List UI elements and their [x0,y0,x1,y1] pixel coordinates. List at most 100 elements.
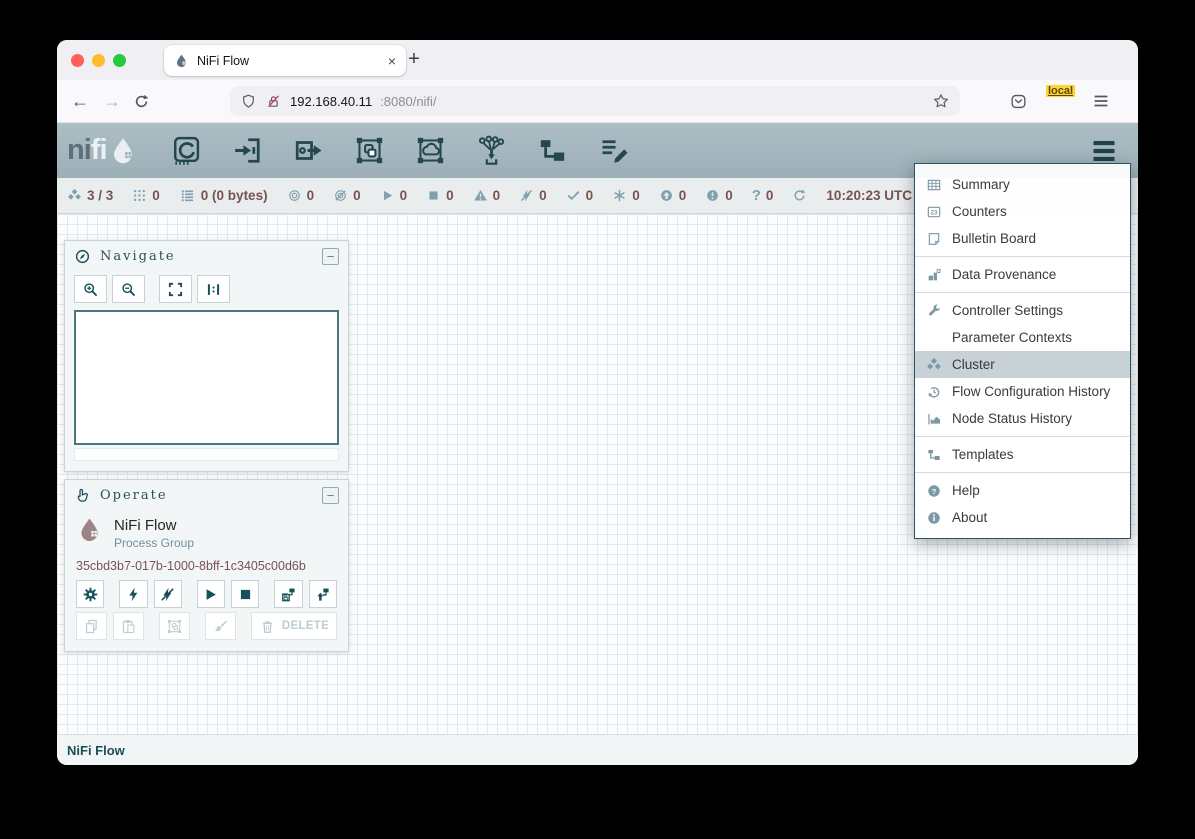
delete-label: DELETE [282,620,329,632]
fill-color-button[interactable] [205,612,236,640]
new-tab-button[interactable]: + [401,46,427,72]
menu-item-cluster[interactable]: Cluster [915,351,1130,378]
tracking-protection-shield-icon[interactable] [240,93,257,110]
menu-item-help[interactable]: Help [915,477,1130,504]
menu-item-about[interactable]: About [915,504,1130,531]
browser-menu-icon[interactable] [1092,92,1110,110]
menu-item-parameter-contexts[interactable]: Parameter Contexts [915,324,1130,351]
navigate-title: Navigate [100,249,176,264]
group-button[interactable] [159,612,190,640]
zoom-window-button[interactable] [113,54,126,67]
template-tool-icon[interactable] [536,134,569,167]
bulletin-board-icon [915,231,952,247]
birdseye-view[interactable] [74,310,339,445]
summary-icon [915,177,952,193]
process-group-drop-icon [76,515,103,545]
operate-title: Operate [100,488,168,503]
sync-failure-status: ?0 [752,187,774,204]
forward-button[interactable]: → [101,91,123,112]
container-label: local [1046,85,1075,97]
container-profile-avatar[interactable]: local [1050,91,1070,111]
zoom-out-button[interactable] [112,275,145,303]
tab-bar: NiFi Flow × + [57,40,1138,80]
zoom-actual-size-button[interactable] [197,275,230,303]
nifi-favicon [174,53,189,69]
delete-button[interactable]: DELETE [251,612,337,640]
navigate-header: Navigate − [65,241,348,271]
collapse-operate-button[interactable]: − [322,487,339,504]
nifi-logo-drop-icon [108,135,138,167]
data-provenance-icon [915,267,952,283]
menu-item-bulletin-board[interactable]: Bulletin Board [915,225,1130,252]
zoom-in-button[interactable] [74,275,107,303]
selected-flow-type: Process Group [114,534,194,550]
cluster-icon [915,357,952,373]
flow-configuration-history-icon [915,384,952,400]
label-tool-icon[interactable] [597,134,630,167]
menu-item-flow-configuration-history[interactable]: Flow Configuration History [915,378,1130,405]
counters-icon [915,204,952,220]
stopped-status: 0 [426,188,454,203]
pocket-icon[interactable] [1009,92,1028,111]
selected-flow-name: NiFi Flow [114,515,194,534]
queued-status: 0 (0 bytes) [179,188,268,203]
last-refreshed-time: 10:20:23 UTC [826,188,912,203]
menu-item-templates[interactable]: Templates [915,441,1130,468]
menu-separator [915,292,1130,293]
upload-template-button[interactable] [309,580,337,608]
insecure-lock-icon[interactable] [265,93,282,110]
copy-button[interactable] [76,612,107,640]
menu-separator [915,436,1130,437]
back-button[interactable]: ← [69,91,91,112]
browser-tab[interactable]: NiFi Flow × [164,45,406,76]
about-icon [915,510,952,526]
url-host: 192.168.40.11 [290,94,372,109]
menu-item-summary[interactable]: Summary [915,171,1130,198]
bookmark-star-icon[interactable] [932,92,950,110]
input-port-tool-icon[interactable] [231,134,264,167]
controller-settings-icon [915,303,952,319]
selected-flow-id: 35cbd3b7-017b-1000-8bff-1c3405c00d6b [65,550,348,576]
global-menu: Summary Counters Bulletin Board Data Pro… [914,163,1131,539]
funnel-tool-icon[interactable] [475,134,508,167]
birdseye-footer [74,448,339,461]
url-bar[interactable]: 192.168.40.11:8080/nifi/ [230,86,960,116]
nifi-logo-ni: ni [67,136,91,165]
nifi-logo: nifi [67,135,138,167]
operate-header: Operate − [65,480,348,510]
paste-button[interactable] [113,612,144,640]
processor-tool-icon[interactable] [170,134,203,167]
menu-item-controller-settings[interactable]: Controller Settings [915,297,1130,324]
compass-icon [74,248,91,265]
disable-button[interactable] [154,580,182,608]
reload-button[interactable] [133,93,150,110]
close-window-button[interactable] [71,54,84,67]
invalid-status: 0 [473,188,501,203]
tab-close-icon[interactable]: × [388,53,396,69]
breadcrumb-root[interactable]: NiFi Flow [67,743,125,758]
browser-window: NiFi Flow × + ← → 192.168.40.11:8080/nif… [57,40,1138,765]
menu-item-counters[interactable]: Counters [915,198,1130,225]
process-group-tool-icon[interactable] [353,134,386,167]
start-button[interactable] [197,580,225,608]
global-menu-button[interactable] [1086,136,1122,166]
output-port-tool-icon[interactable] [292,134,325,167]
menu-item-data-provenance[interactable]: Data Provenance [915,261,1130,288]
menu-separator [915,472,1130,473]
minimize-window-button[interactable] [92,54,105,67]
locally-modified-status: 0 [612,188,640,203]
create-template-button[interactable] [274,580,302,608]
browser-toolbar: ← → 192.168.40.11:8080/nifi/ local [57,80,1138,123]
stop-button[interactable] [231,580,259,608]
disabled-status: 0 [519,188,547,203]
configure-button[interactable] [76,580,104,608]
enable-button[interactable] [119,580,147,608]
menu-separator [915,256,1130,257]
collapse-navigate-button[interactable]: − [322,248,339,265]
breadcrumb-bar: NiFi Flow [57,734,1138,765]
menu-item-node-status-history[interactable]: Node Status History [915,405,1130,432]
refresh-button[interactable] [792,188,807,203]
not-transmitting-status: 0 [333,188,361,203]
zoom-fit-button[interactable] [159,275,192,303]
remote-process-group-tool-icon[interactable] [414,134,447,167]
